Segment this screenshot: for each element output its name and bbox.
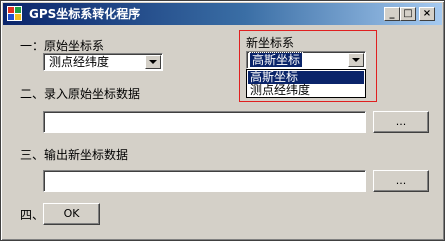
input-data-label: 二、录入原始坐标数据	[20, 87, 141, 101]
output-data-label: 三、输出新坐标数据	[20, 148, 129, 162]
input-browse-button[interactable]: ...	[373, 111, 429, 133]
original-coord-value: 测点经纬度	[49, 55, 110, 69]
app-icon	[7, 6, 22, 21]
new-coord-label: 新坐标系	[246, 36, 295, 50]
step-four-label: 四、	[20, 208, 45, 222]
window-title: GPS坐标系转化程序	[29, 7, 141, 21]
output-file-field[interactable]	[43, 170, 366, 192]
minimize-button[interactable]: _	[384, 7, 400, 21]
output-browse-label: ...	[395, 174, 407, 187]
new-coord-dropdown-button[interactable]	[348, 53, 364, 67]
close-icon: ×	[422, 8, 432, 19]
original-coord-label: 一：原始坐标系	[20, 39, 105, 53]
original-coord-dropdown-button[interactable]	[145, 55, 161, 69]
main-window: GPS坐标系转化程序 _ □ × 一：原始坐标系 测点经纬度 新坐标系 高斯坐标…	[0, 0, 445, 241]
output-browse-button[interactable]: ...	[373, 170, 429, 192]
maximize-icon: □	[403, 8, 413, 19]
minimize-icon: _	[389, 8, 395, 19]
input-browse-label: ...	[395, 115, 407, 128]
ok-button[interactable]: OK	[43, 203, 100, 225]
chevron-down-icon	[352, 58, 360, 62]
chevron-down-icon	[149, 60, 157, 64]
new-coord-select[interactable]: 高斯坐标	[246, 51, 366, 69]
title-bar[interactable]: GPS坐标系转化程序 _ □ ×	[3, 3, 442, 25]
input-file-field[interactable]	[43, 111, 366, 133]
ok-button-label: OK	[63, 207, 80, 220]
new-coord-value: 高斯坐标	[248, 52, 304, 68]
maximize-button[interactable]: □	[400, 7, 416, 21]
new-coord-dropdown-list: 高斯坐标 测点经纬度	[246, 69, 366, 98]
dropdown-option-latlon[interactable]: 测点经纬度	[248, 84, 364, 97]
original-coord-select[interactable]: 测点经纬度	[43, 53, 163, 71]
close-button[interactable]: ×	[419, 7, 435, 21]
